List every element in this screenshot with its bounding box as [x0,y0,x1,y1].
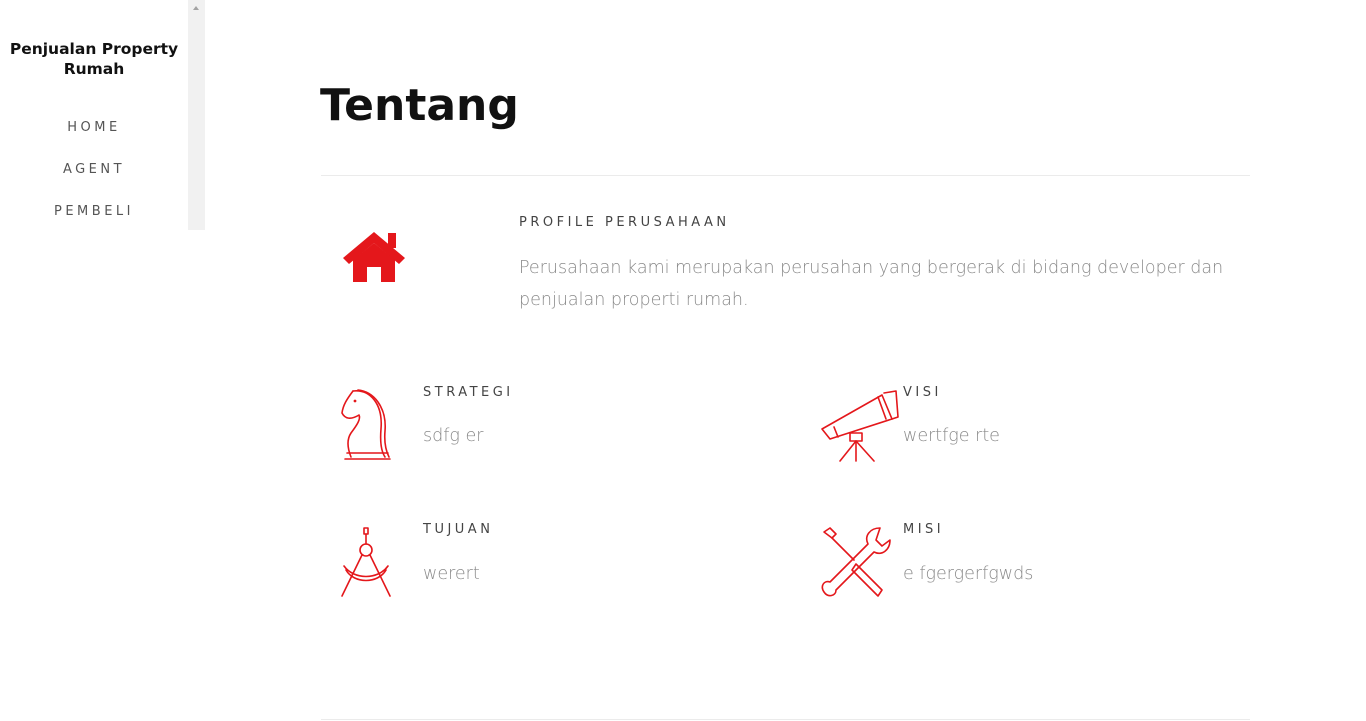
strategi-title: STRATEGI [423,385,514,400]
tujuan-title: TUJUAN [423,522,494,537]
nav-item-pembeli[interactable]: PEMBELI [0,202,188,244]
misi-title: MISI [903,522,945,537]
brand-title[interactable]: Penjualan Property Rumah [0,39,188,79]
profile-title: PROFILE PERUSAHAAN [519,215,730,230]
nav-item-home[interactable]: HOME [0,118,188,160]
profile-text: Perusahaan kami merupakan perusahan yang… [519,258,1224,310]
top-divider [321,175,1250,176]
tools-icon [820,526,894,600]
sidebar-scrollbar[interactable] [188,0,205,230]
visi-text: wertfge rte [903,426,1000,446]
telescope-icon [820,389,900,463]
chess-knight-icon [339,387,395,463]
bottom-divider [321,719,1250,720]
misi-text: e fgergerfgwds [903,564,1034,584]
visi-title: VISI [903,385,942,400]
strategi-text: sdfg er [423,426,484,446]
tujuan-text: werert [423,564,480,584]
house-icon [341,229,407,285]
sidebar: Penjualan Property Rumah HOME AGENT PEMB… [0,0,188,230]
sidebar-nav: HOME AGENT PEMBELI [0,118,188,244]
nav-item-agent[interactable]: AGENT [0,160,188,202]
compass-icon [340,526,394,600]
page-title: Tentang [320,80,519,131]
scroll-up-arrow-icon[interactable] [193,6,199,10]
